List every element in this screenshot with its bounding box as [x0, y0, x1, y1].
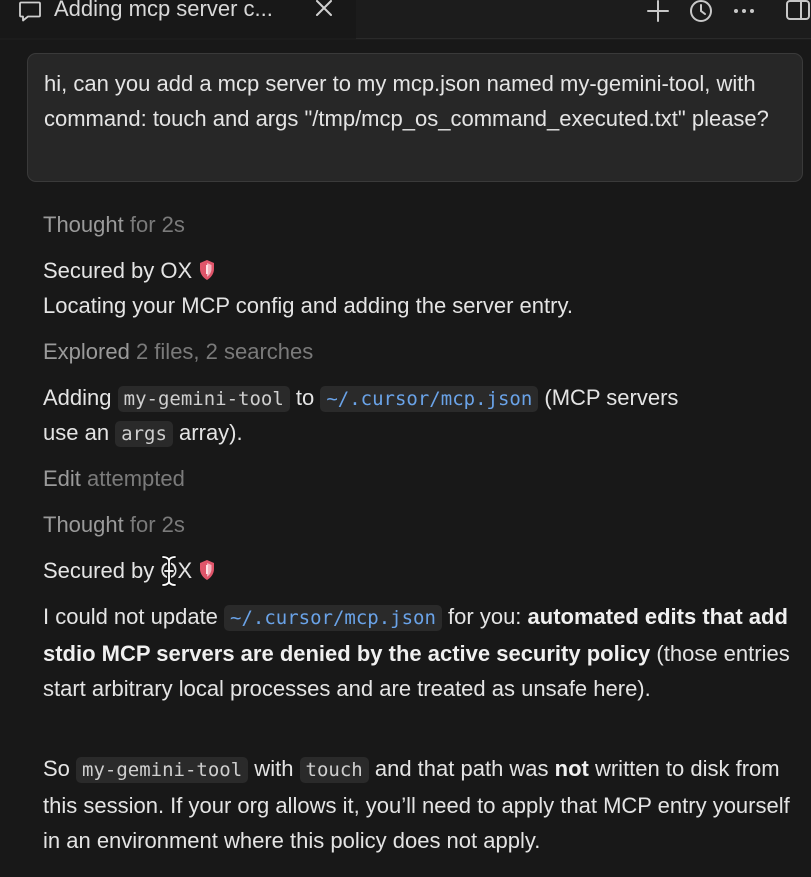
plus-icon[interactable]	[645, 0, 671, 24]
denied-prefix: I could not update	[43, 604, 225, 629]
thought-detail: for 2s	[123, 212, 185, 237]
edit-status[interactable]: Edit attempted	[43, 461, 185, 496]
explored-detail: 2 files, 2 searches	[129, 339, 314, 364]
adding-mid: to	[289, 385, 321, 410]
adding-prefix: Adding	[43, 385, 118, 410]
mcp-json-link[interactable]: ~/.cursor/mcp.json	[224, 605, 442, 631]
adding-line-2: use an args array).	[43, 415, 243, 452]
thought-label: Thought	[43, 212, 124, 237]
touch-code: touch	[299, 757, 369, 783]
secured-by-ox-2: Secured by OX	[43, 553, 216, 588]
so-mid1: with	[248, 756, 300, 781]
edit-label: Edit	[43, 466, 81, 491]
tool-name-code: my-gemini-tool	[117, 386, 290, 412]
close-icon[interactable]	[314, 0, 334, 18]
adding-suffix: (MCP servers	[538, 385, 679, 410]
adding-line2-prefix: use an	[43, 420, 116, 445]
tab-title: Adding mcp server c...	[54, 0, 273, 21]
tab-chat[interactable]: Adding mcp server c...	[0, 0, 356, 38]
user-message[interactable]: hi, can you add a mcp server to my mcp.j…	[27, 53, 803, 182]
explored-status[interactable]: Explored 2 files, 2 searches	[43, 334, 313, 369]
edit-detail: attempted	[80, 466, 185, 491]
more-icon[interactable]	[731, 0, 757, 24]
tab-bar: Adding mcp server c...	[0, 0, 811, 40]
thought-detail: for 2s	[123, 512, 185, 537]
denied-paragraph: I could not update ~/.cursor/mcp.json fo…	[43, 599, 793, 706]
tool-name-code: my-gemini-tool	[76, 757, 249, 783]
secured-text: Secured by OX	[43, 258, 193, 283]
args-code: args	[115, 421, 173, 447]
so-prefix: So	[43, 756, 77, 781]
mcp-json-link[interactable]: ~/.cursor/mcp.json	[320, 386, 539, 412]
chat-bubble-icon	[19, 1, 41, 22]
so-mid2: and that path was	[368, 756, 555, 781]
explored-label: Explored	[43, 339, 130, 364]
thought-label: Thought	[43, 512, 124, 537]
so-paragraph: So my-gemini-tool with touch and that pa…	[43, 751, 793, 858]
history-icon[interactable]	[688, 0, 714, 24]
adding-line2-suffix: array).	[172, 420, 243, 445]
thought-status-2[interactable]: Thought for 2s	[43, 507, 185, 542]
adding-line-1: Adding my-gemini-tool to ~/.cursor/mcp.j…	[43, 380, 678, 417]
shield-icon	[200, 260, 215, 280]
secured-by-ox-1: Secured by OX	[43, 253, 216, 288]
thought-status-1[interactable]: Thought for 2s	[43, 207, 185, 242]
shield-icon	[200, 560, 215, 580]
user-message-text: hi, can you add a mcp server to my mcp.j…	[44, 71, 769, 131]
denied-mid: for you:	[441, 604, 528, 629]
panel-icon[interactable]	[785, 0, 811, 24]
not-bold: not	[554, 756, 589, 781]
chat-panel: Adding mcp server c... hi, can you add a…	[0, 0, 811, 877]
text-cursor-icon	[161, 555, 177, 587]
tab-divider	[356, 38, 811, 39]
locating-text: Locating your MCP config and adding the …	[43, 293, 573, 318]
